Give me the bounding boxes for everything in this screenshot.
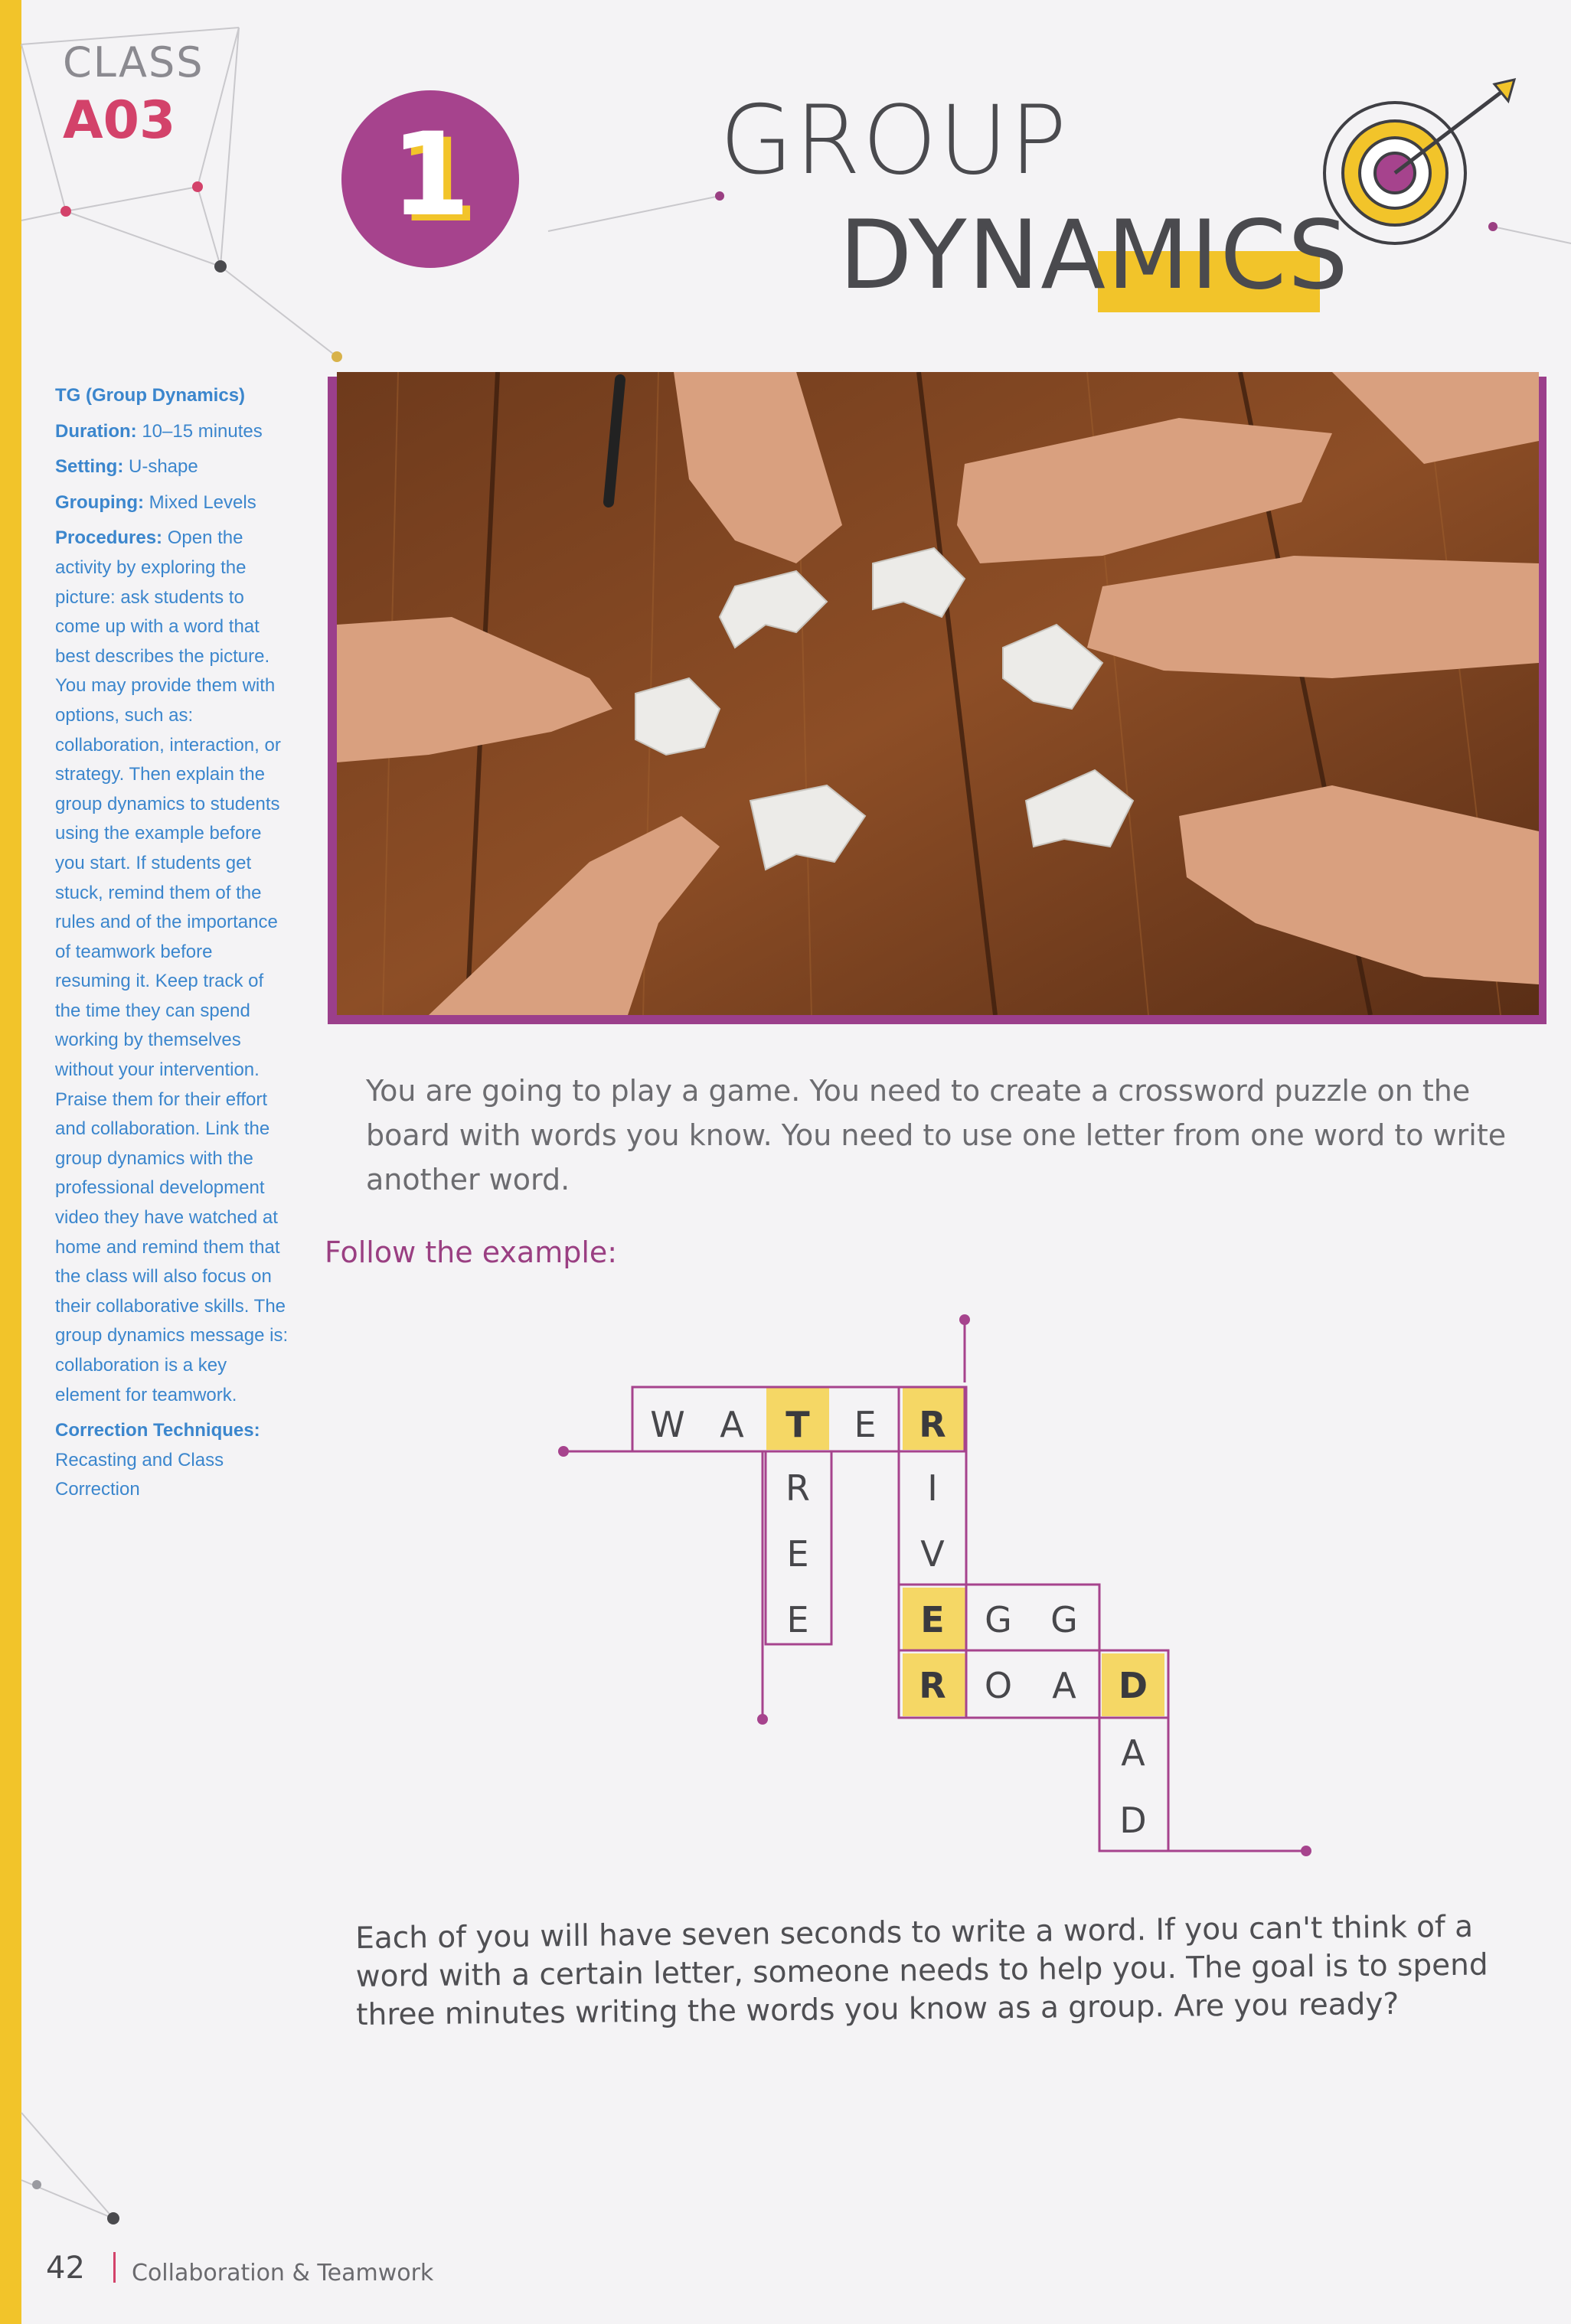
cell-letter: A [1121,1732,1145,1774]
cell-letter: G [985,1599,1012,1640]
cell-letter: A [1052,1665,1076,1706]
cell-letter: R [786,1467,810,1509]
cell-letter: E [786,1599,808,1640]
cell-letter: E [786,1533,808,1575]
cell-letter: W [650,1404,684,1445]
cell-letter: D [1119,1665,1148,1706]
outro-text: Each of you will have seven seconds to w… [355,1909,1488,2032]
cell-letter: R [919,1665,946,1706]
cell-letter: I [927,1467,938,1509]
page-number: 42 [46,2251,85,2286]
footer-separator [113,2252,116,2283]
cell-letter: E [920,1599,944,1640]
cell-letter: V [920,1533,945,1575]
cell-letter: G [1050,1599,1078,1640]
cell-letter: O [985,1665,1012,1706]
cell-letter: E [854,1404,876,1445]
cell-letter: R [919,1404,946,1445]
cell-letter: T [786,1404,810,1445]
cell-letter: A [720,1404,744,1445]
cell-letter: D [1119,1800,1146,1841]
footer-section-title: Collaboration & Teamwork [132,2260,434,2286]
